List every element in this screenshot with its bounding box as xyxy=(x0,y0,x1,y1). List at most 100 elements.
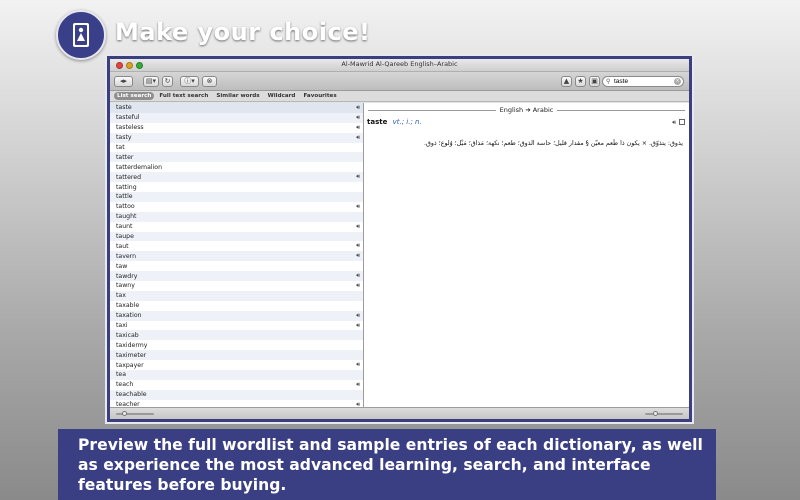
speaker-icon[interactable]: 🔊︎ xyxy=(356,361,360,369)
word-list-item[interactable]: taunt 🔊︎ xyxy=(110,222,363,232)
slider-knob[interactable] xyxy=(653,411,658,416)
entry-font-size-slider[interactable] xyxy=(645,411,683,416)
word-list-item[interactable]: tawdry 🔊︎ xyxy=(110,271,363,282)
word-label: tasty xyxy=(116,134,132,142)
word-list-item[interactable]: taxi 🔊︎ xyxy=(110,321,363,331)
list-font-size-slider[interactable] xyxy=(116,411,154,416)
speaker-icon[interactable]: 🔊︎ xyxy=(356,242,360,250)
word-list-item[interactable]: tat xyxy=(110,143,363,153)
word-list-item[interactable]: tatting xyxy=(110,182,363,192)
word-list-item[interactable]: tasty 🔊︎ xyxy=(110,132,363,143)
word-label: tawny xyxy=(116,282,135,290)
word-list-item[interactable]: taught xyxy=(110,211,363,222)
dictionary-book-icon xyxy=(73,23,89,47)
speaker-icon[interactable]: 🔊︎ xyxy=(356,104,360,112)
speaker-icon[interactable]: 🔊︎ xyxy=(356,282,360,290)
word-list-item[interactable]: tatterdemalion xyxy=(110,162,363,172)
speaker-icon[interactable]: 🔊︎ xyxy=(356,223,360,231)
speaker-icon[interactable]: 🔊︎ xyxy=(356,272,360,280)
search-field[interactable]: ⚲ × xyxy=(602,76,684,87)
word-label: tatter xyxy=(116,153,134,161)
word-label: taxi xyxy=(116,322,128,330)
layout-toggle-button[interactable]: ▣ xyxy=(589,76,600,87)
tab-full-text-search[interactable]: Full text search xyxy=(156,92,211,100)
word-list-item[interactable]: tattle xyxy=(110,192,363,202)
window-titlebar: Al-Mawrid Al-Qareeb English–Arabic xyxy=(110,59,689,72)
word-label: tavern xyxy=(116,252,137,260)
info-icon: ⓘ▾ xyxy=(184,77,195,85)
word-label: taxable xyxy=(116,302,140,310)
word-list-item[interactable]: taste 🔊︎ xyxy=(110,103,363,113)
speaker-icon[interactable]: 🔊︎ xyxy=(356,134,360,142)
pronounce-speaker-icon[interactable]: 🔊︎ xyxy=(672,119,676,127)
tab-similar-words[interactable]: Similar words xyxy=(213,92,262,100)
word-label: taut xyxy=(116,242,129,250)
word-list-item[interactable]: tattered 🔊︎ xyxy=(110,172,363,183)
speaker-icon[interactable]: 🔊︎ xyxy=(356,381,360,389)
status-bar xyxy=(110,407,689,419)
word-list-item[interactable]: taut 🔊︎ xyxy=(110,241,363,251)
speaker-icon[interactable]: 🔊︎ xyxy=(356,114,360,122)
word-list-item[interactable]: teachable xyxy=(110,389,363,400)
sync-button[interactable]: ↻ xyxy=(162,76,173,87)
tab-wildcard[interactable]: Wildcard xyxy=(265,92,299,100)
tab-favourites[interactable]: Favourites xyxy=(300,92,339,100)
toolbar: ◂▸ ▤▾ ↻ ⓘ▾ ⊗ ▲ ★ ▣ ⚲ taste × xyxy=(110,72,689,91)
tab-list-search[interactable]: List search xyxy=(114,92,155,100)
info-menu-button[interactable]: ⓘ▾ xyxy=(180,76,199,87)
word-list-item[interactable]: teacher 🔊︎ xyxy=(110,400,363,407)
word-list-item[interactable]: taw xyxy=(110,261,363,271)
speaker-icon[interactable]: 🔊︎ xyxy=(356,322,360,330)
word-list-item[interactable]: teach 🔊︎ xyxy=(110,380,363,390)
collapse-entry-icon[interactable] xyxy=(679,119,685,125)
slider-knob[interactable] xyxy=(122,411,127,416)
word-list-item[interactable]: taxpayer 🔊︎ xyxy=(110,360,363,370)
app-window: Al-Mawrid Al-Qareeb English–Arabic ◂▸ ▤▾… xyxy=(110,59,689,419)
favourite-button[interactable]: ★ xyxy=(575,76,586,87)
word-list-item[interactable]: tea xyxy=(110,370,363,380)
word-list-item[interactable]: taximeter xyxy=(110,350,363,361)
word-list-item[interactable]: taxable xyxy=(110,301,363,311)
entry-direction-header: English ➔ Arabic xyxy=(368,106,686,114)
word-label: tasteful xyxy=(116,114,140,122)
speaker-icon[interactable]: 🔊︎ xyxy=(356,173,360,181)
search-input[interactable] xyxy=(614,77,672,86)
word-list-item[interactable]: taxicab xyxy=(110,330,363,341)
word-list-item[interactable]: taxation 🔊︎ xyxy=(110,310,363,321)
speaker-icon[interactable]: 🔊︎ xyxy=(356,252,360,260)
display-options-button[interactable]: ⊗ xyxy=(202,76,217,87)
word-label: taught xyxy=(116,213,137,221)
back-forward-button[interactable]: ◂▸ xyxy=(114,76,133,87)
word-list-item[interactable]: taupe xyxy=(110,231,363,242)
entry-panel: English ➔ Arabic taste vt.; i.; n. 🔊︎ يذ… xyxy=(364,103,689,407)
word-list-item[interactable]: tawny 🔊︎ xyxy=(110,281,363,291)
entry-headline: taste vt.; i.; n. xyxy=(367,118,422,126)
triangle-icon: ▲ xyxy=(563,77,570,85)
word-list-item[interactable]: tattoo 🔊︎ xyxy=(110,202,363,212)
speaker-icon[interactable]: 🔊︎ xyxy=(356,124,360,132)
word-list-item[interactable]: tasteless 🔊︎ xyxy=(110,123,363,133)
word-list-item[interactable]: tatter xyxy=(110,152,363,163)
word-list-item[interactable]: taxidermy xyxy=(110,340,363,350)
word-label: tawdry xyxy=(116,272,138,280)
flashcards-button[interactable]: ▲ xyxy=(561,76,572,87)
clear-search-icon[interactable]: × xyxy=(674,78,681,85)
word-list-item[interactable]: tavern 🔊︎ xyxy=(110,251,363,262)
word-label: tattoo xyxy=(116,203,135,211)
word-list[interactable]: taste 🔊︎ tasteful 🔊︎ tasteless 🔊︎ tasty 🔊︎ tat ta… xyxy=(110,103,364,407)
speaker-icon[interactable]: 🔊︎ xyxy=(356,312,360,320)
word-label: tasteless xyxy=(116,124,144,132)
speaker-icon[interactable]: 🔊︎ xyxy=(356,203,360,211)
word-label: tea xyxy=(116,371,127,379)
word-list-item[interactable]: tasteful 🔊︎ xyxy=(110,112,363,123)
dictionary-menu-button[interactable]: ▤▾ xyxy=(143,76,159,87)
direction-label: English ➔ Arabic xyxy=(499,106,554,114)
star-icon: ★ xyxy=(577,77,584,85)
divider xyxy=(368,109,496,111)
entry-actions: 🔊︎ xyxy=(672,119,685,127)
word-list-item[interactable]: tax xyxy=(110,290,363,301)
word-label: tat xyxy=(116,144,125,151)
app-logo xyxy=(56,10,106,60)
promo-caption: Preview the full wordlist and sample ent… xyxy=(78,436,703,494)
word-label: taste xyxy=(116,104,132,112)
